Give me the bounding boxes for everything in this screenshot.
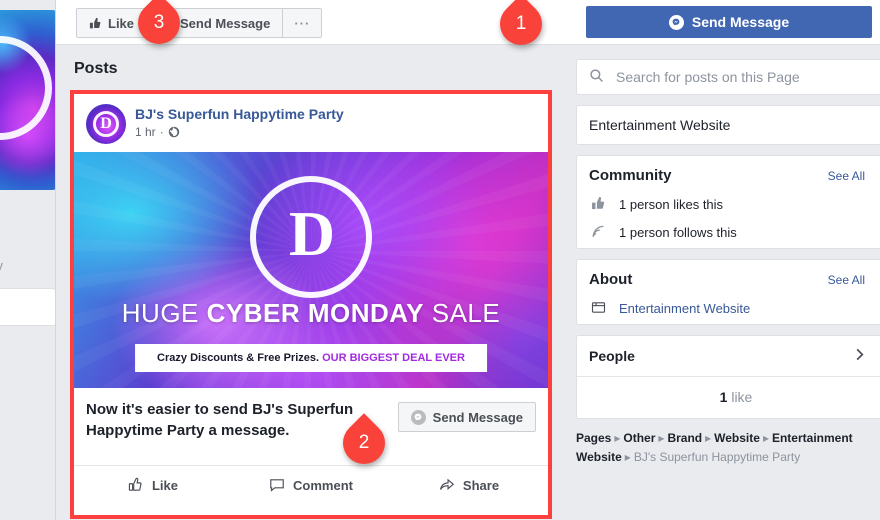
messenger-icon: [668, 14, 684, 30]
breadcrumb-separator: ▸: [705, 431, 712, 445]
community-header: Community See All: [577, 156, 880, 192]
sale-headline-suffix: SALE: [424, 298, 501, 328]
people-count-label: like: [731, 389, 753, 405]
callout-marker-3: 3: [129, 0, 212, 53]
post-action-bar: Like Comment Share: [74, 465, 548, 504]
post-send-message-button[interactable]: Send Message: [397, 402, 536, 432]
page-category-label: Entertainment Website: [589, 117, 731, 133]
search-icon: [589, 68, 604, 86]
left-peek-column: rty meparty: [0, 0, 56, 520]
breadcrumb-item-other[interactable]: Other: [623, 431, 655, 445]
breadcrumb-separator: ▸: [614, 431, 621, 445]
about-card: About See All Entertainment Website: [576, 259, 880, 325]
about-see-all-link[interactable]: See All: [828, 273, 865, 287]
breadcrumb-item-brand[interactable]: Brand: [667, 431, 702, 445]
post-card: D BJ's Superfun Happytime Party 1 hr · D…: [70, 90, 552, 519]
post-share-label: Share: [462, 477, 500, 493]
deal-strip-text: Crazy Discounts & Free Prizes.: [157, 352, 323, 364]
people-like-count: 1 like: [577, 377, 880, 418]
brand-logo-letter: D: [288, 198, 335, 269]
post-author-name[interactable]: BJ's Superfun Happytime Party: [135, 105, 344, 123]
breadcrumb-separator: ▸: [762, 431, 769, 445]
search-input[interactable]: [614, 68, 868, 86]
thumbs-up-icon: [89, 17, 102, 30]
breadcrumb-item-website[interactable]: Website: [714, 431, 760, 445]
sale-headline: HUGE CYBER MONDAY SALE: [74, 298, 548, 329]
post-header: D BJ's Superfun Happytime Party 1 hr ·: [74, 94, 548, 152]
people-header[interactable]: People: [577, 336, 880, 377]
left-peek-card: [0, 288, 56, 326]
post-send-message-label: Send Message: [432, 409, 523, 425]
send-message-primary-button[interactable]: Send Message: [586, 6, 872, 38]
search-posts-card: [576, 59, 880, 95]
community-card: Community See All 1 person likes this 1 …: [576, 155, 880, 249]
about-category-link[interactable]: Entertainment Website: [619, 301, 750, 316]
post-header-text: BJ's Superfun Happytime Party 1 hr ·: [135, 104, 344, 139]
page-handle-peek: meparty: [0, 258, 3, 273]
send-message-primary-label: Send Message: [691, 14, 790, 30]
post-share-button[interactable]: Share: [390, 477, 548, 493]
deal-strip: Crazy Discounts & Free Prizes. OUR BIGGE…: [135, 344, 487, 372]
about-title: About: [589, 271, 633, 288]
community-see-all-link[interactable]: See All: [828, 169, 865, 183]
like-button-label: Like: [108, 15, 135, 31]
chevron-right-icon: [852, 347, 867, 365]
callout-marker-2: 2: [334, 413, 417, 473]
about-header: About See All: [577, 260, 880, 296]
thumbs-up-icon: [128, 477, 144, 493]
share-icon: [439, 477, 455, 493]
people-title: People: [589, 348, 635, 364]
breadcrumb-separator: ▸: [658, 431, 665, 445]
callout-marker-1: 1: [491, 0, 574, 54]
about-category-row: Entertainment Website: [577, 296, 880, 324]
community-likes-row: 1 person likes this: [577, 192, 880, 220]
post-like-button[interactable]: Like: [74, 477, 232, 493]
post-body: Now it's easier to send BJ's Superfun Ha…: [74, 388, 548, 465]
page-cover-photo-peek: [0, 10, 56, 190]
breadcrumb-item-pages[interactable]: Pages: [576, 431, 611, 445]
breadcrumb-separator: ▸: [624, 450, 631, 464]
post-text: Now it's easier to send BJ's Superfun Ha…: [86, 401, 354, 439]
people-count-number: 1: [719, 389, 728, 405]
people-card: People 1 like: [576, 335, 880, 419]
ellipsis-icon: ···: [294, 15, 311, 31]
thumbs-up-icon: [591, 196, 607, 212]
more-options-button[interactable]: ···: [283, 9, 322, 37]
avatar-letter: D: [100, 115, 112, 132]
breadcrumb-item-page-name: BJ's Superfun Happytime Party: [633, 450, 801, 464]
community-likes-text: 1 person likes this: [619, 196, 724, 212]
deal-strip-highlight: OUR BIGGEST DEAL EVER: [322, 352, 465, 364]
post-meta: 1 hr ·: [135, 125, 344, 139]
sale-headline-prefix: HUGE: [121, 298, 207, 328]
community-title: Community: [589, 167, 672, 184]
callout-number: 3: [153, 12, 165, 33]
callout-number: 1: [515, 13, 527, 34]
post-comment-button[interactable]: Comment: [232, 477, 390, 493]
community-follows-text: 1 person follows this: [619, 224, 737, 240]
post-image[interactable]: D HUGE CYBER MONDAY SALE Crazy Discounts…: [74, 152, 548, 388]
posts-heading: Posts: [74, 60, 118, 77]
comment-icon: [269, 477, 285, 493]
community-follows-row: 1 person follows this: [577, 220, 880, 248]
meta-separator: ·: [159, 125, 164, 139]
page-avatar[interactable]: D: [86, 104, 126, 144]
sale-headline-bold: CYBER MONDAY: [206, 298, 425, 328]
rss-icon: [591, 224, 607, 240]
right-sidebar: Entertainment Website Community See All …: [566, 45, 880, 520]
globe-icon: [168, 126, 180, 138]
post-comment-label: Comment: [293, 477, 353, 493]
breadcrumb: Pages ▸ Other ▸ Brand ▸ Website ▸ Entertainment …: [576, 429, 876, 467]
page-icon: [591, 300, 607, 316]
main-content-column: Posts D BJ's Superfun Happytime Party 1 …: [56, 45, 566, 520]
page-category-card[interactable]: Entertainment Website: [576, 105, 880, 145]
callout-number: 2: [358, 432, 370, 453]
post-timestamp[interactable]: 1 hr: [135, 125, 156, 139]
post-like-label: Like: [151, 477, 178, 493]
